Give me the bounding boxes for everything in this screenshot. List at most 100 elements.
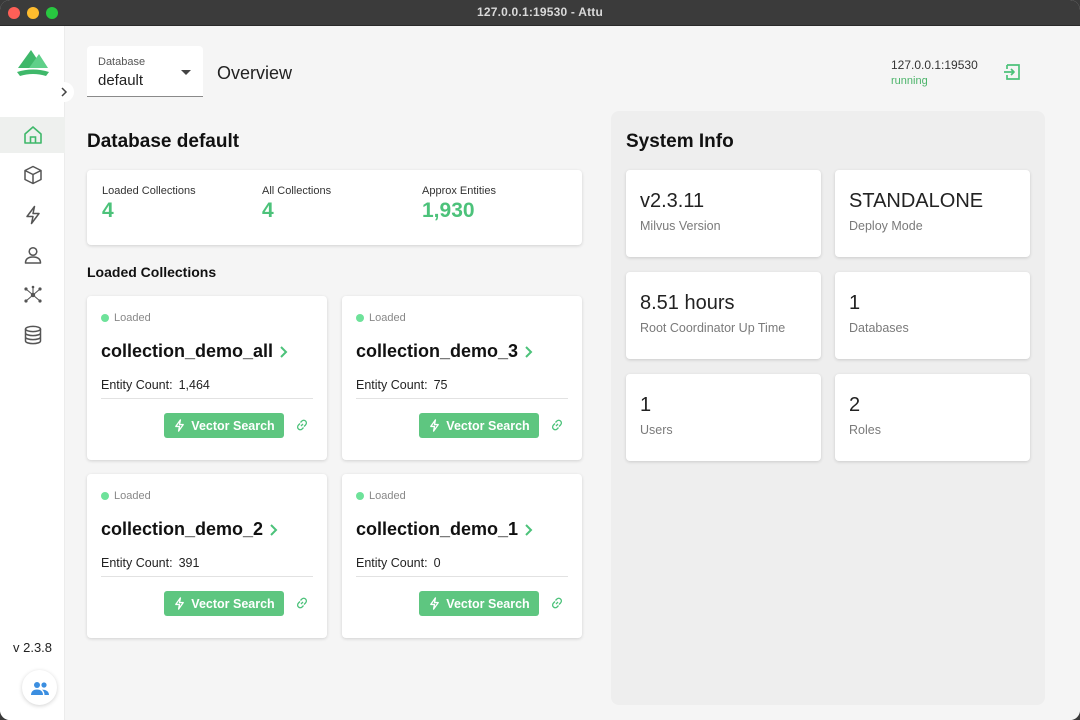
- connection-address: 127.0.0.1:19530: [891, 58, 978, 72]
- app-version: v 2.3.8: [12, 640, 53, 655]
- vector-search-label: Vector Search: [446, 596, 530, 611]
- collection-name-link[interactable]: collection_demo_1: [356, 519, 533, 540]
- entity-count-label: Entity Count:: [101, 556, 173, 570]
- caret-down-icon: [181, 70, 191, 75]
- info-card-value: 8.51 hours: [640, 292, 735, 314]
- chevron-right-icon: [280, 345, 288, 358]
- database-stats-card: Loaded Collections 4 All Collections 4 A…: [87, 170, 582, 245]
- sidebar: v 2.3.8: [0, 26, 74, 720]
- entity-count-value: 0: [433, 556, 441, 570]
- cube-icon: [23, 165, 42, 185]
- lightning-icon: [430, 597, 440, 610]
- window-title: 127.0.0.1:19530 - Attu: [476, 5, 604, 19]
- nav-databases[interactable]: [0, 317, 65, 353]
- database-select[interactable]: Database default: [87, 46, 203, 97]
- collection-name-link[interactable]: collection_demo_3: [356, 341, 533, 362]
- main-content: Database default Overview 127.0.0.1:1953…: [65, 26, 1080, 720]
- loaded-collections-title: Loaded Collections: [87, 264, 217, 280]
- info-card-value: 2: [849, 394, 861, 416]
- link-icon[interactable]: [295, 418, 309, 432]
- vector-search-label: Vector Search: [446, 418, 530, 433]
- entity-count-value: 75: [433, 378, 448, 392]
- nav-home[interactable]: [0, 117, 65, 153]
- entity-count-value: 1,464: [178, 378, 210, 392]
- info-card-label: Deploy Mode: [849, 219, 923, 233]
- info-card-value: STANDALONE: [849, 190, 984, 212]
- card-divider: [101, 576, 313, 577]
- entity-count: Entity Count: 1,464: [101, 378, 210, 392]
- loaded-dot-icon: [101, 492, 109, 500]
- lightning-icon: [430, 419, 440, 432]
- nav-collections[interactable]: [0, 157, 65, 193]
- stat-label: All Collections: [262, 185, 332, 197]
- expand-sidebar-button[interactable]: [54, 82, 74, 102]
- collection-status-text: Loaded: [114, 490, 151, 502]
- loaded-dot-icon: [101, 314, 109, 322]
- collection-name: collection_demo_3: [356, 341, 519, 361]
- database-icon: [24, 325, 41, 345]
- title-bar: 127.0.0.1:19530 - Attu: [0, 0, 1080, 26]
- info-card-value: 1: [849, 292, 861, 314]
- stat-value: 4: [102, 199, 114, 222]
- database-section-title: Database default: [87, 131, 240, 152]
- stat-label: Approx Entities: [422, 185, 496, 197]
- database-select-value: default: [98, 72, 144, 89]
- info-card-label: Root Coordinator Up Time: [640, 321, 786, 335]
- chevron-right-icon: [61, 87, 68, 97]
- nav-search[interactable]: [0, 197, 65, 233]
- entity-count-value: 391: [178, 556, 200, 570]
- stat-approx-entities: Approx Entities 1,930: [422, 185, 496, 223]
- link-icon[interactable]: [550, 596, 564, 610]
- nav-users[interactable]: [0, 237, 65, 273]
- vector-search-button[interactable]: Vector Search: [419, 591, 539, 616]
- stat-value: 1,930: [422, 199, 475, 222]
- entity-count-label: Entity Count:: [356, 378, 428, 392]
- vector-search-button[interactable]: Vector Search: [164, 591, 284, 616]
- info-card-milvus-version: v2.3.11 Milvus Version: [626, 170, 821, 257]
- collection-status: Loaded: [356, 312, 406, 324]
- entity-count: Entity Count: 0: [356, 556, 441, 570]
- page-title: Overview: [217, 63, 293, 83]
- stat-loaded-collections: Loaded Collections 4: [102, 185, 196, 223]
- attu-logo: [17, 50, 49, 76]
- chevron-right-icon: [270, 523, 278, 536]
- app-window: 127.0.0.1:19530 - Attu v 2.3.8 Database …: [0, 0, 1080, 720]
- collection-card: Loaded collection_demo_2 Entity Count: 39…: [87, 474, 327, 638]
- collection-status-text: Loaded: [369, 490, 406, 502]
- info-card-label: Users: [640, 423, 673, 437]
- lightning-icon: [175, 597, 185, 610]
- entity-count-label: Entity Count:: [356, 556, 428, 570]
- info-card-uptime: 8.51 hours Root Coordinator Up Time: [626, 272, 821, 359]
- vector-search-button[interactable]: Vector Search: [164, 413, 284, 438]
- collection-status: Loaded: [101, 490, 151, 502]
- collection-name-link[interactable]: collection_demo_all: [101, 341, 288, 362]
- collection-name: collection_demo_all: [101, 341, 274, 361]
- chevron-right-icon: [525, 345, 533, 358]
- lightning-icon: [25, 205, 40, 225]
- collection-card: Loaded collection_demo_all Entity Count:…: [87, 296, 327, 460]
- user-menu-button[interactable]: [22, 670, 57, 705]
- card-divider: [356, 576, 568, 577]
- info-card-roles: 2 Roles: [835, 374, 1030, 461]
- link-icon[interactable]: [295, 596, 309, 610]
- vector-search-label: Vector Search: [191, 418, 275, 433]
- logout-icon[interactable]: [1002, 62, 1022, 82]
- link-icon[interactable]: [550, 418, 564, 432]
- card-divider: [101, 398, 313, 399]
- collection-status: Loaded: [101, 312, 151, 324]
- connection-status: running: [891, 75, 928, 87]
- collection-status-text: Loaded: [114, 312, 151, 324]
- system-info-panel: System Info v2.3.11 Milvus Version STAND…: [611, 111, 1045, 705]
- info-card-users: 1 Users: [626, 374, 821, 461]
- info-card-databases: 1 Databases: [835, 272, 1030, 359]
- loaded-dot-icon: [356, 314, 364, 322]
- database-select-label: Database: [98, 56, 146, 68]
- vector-search-button[interactable]: Vector Search: [419, 413, 539, 438]
- nav-system[interactable]: [0, 277, 65, 313]
- lightning-icon: [175, 419, 185, 432]
- stat-value: 4: [262, 199, 274, 222]
- collection-name-link[interactable]: collection_demo_2: [101, 519, 278, 540]
- collection-card: Loaded collection_demo_1 Entity Count: 0 …: [342, 474, 582, 638]
- entity-count: Entity Count: 75: [356, 378, 447, 392]
- person-icon: [24, 246, 41, 264]
